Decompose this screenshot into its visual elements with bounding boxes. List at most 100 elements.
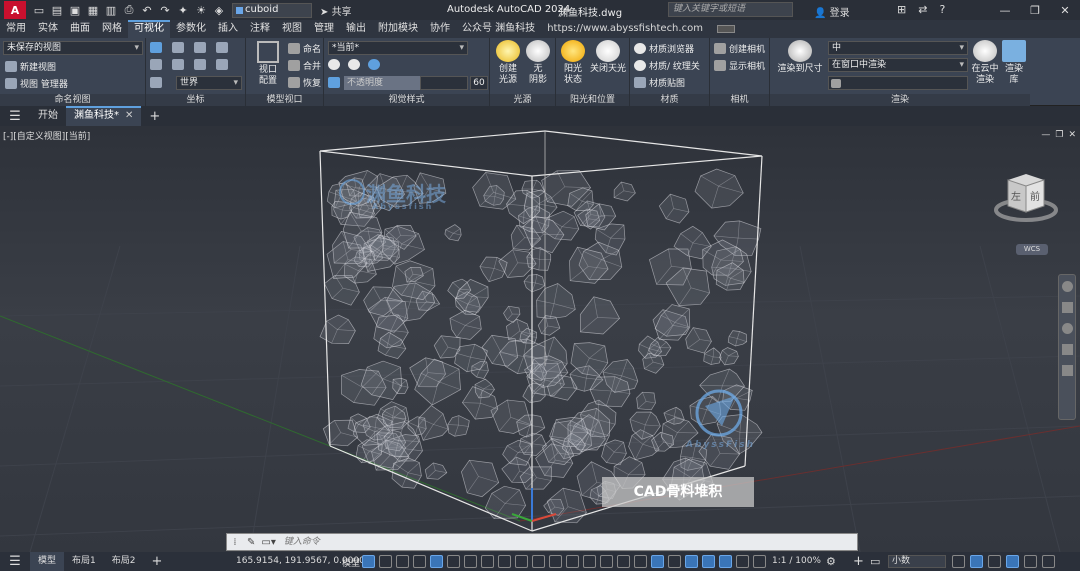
render-target-select[interactable]: 在窗口中渲染 xyxy=(828,58,968,72)
open-folder-icon[interactable]: ▤ xyxy=(50,3,64,17)
material-texture-toggle[interactable]: 材质/ 纹理关 xyxy=(634,59,700,72)
ribbon-tab-1[interactable]: 实体 xyxy=(32,20,64,38)
ribbon-tab-4[interactable]: 可视化 xyxy=(128,20,170,38)
face-style-icon[interactable] xyxy=(348,59,360,70)
exchange-icon[interactable]: ⇄ xyxy=(918,3,927,16)
workspace-select[interactable]: cuboid xyxy=(232,2,312,18)
quick-properties-icon[interactable] xyxy=(952,555,965,568)
save-as-icon[interactable]: ▦ xyxy=(86,3,100,17)
opacity-icon[interactable] xyxy=(328,77,340,88)
annotation-scale[interactable]: 1:1 / 100% xyxy=(772,556,821,566)
grid-icon[interactable] xyxy=(362,555,375,568)
viewcube-left-label[interactable]: 左 xyxy=(1011,188,1021,203)
create-camera-button[interactable]: 创建相机 xyxy=(714,42,765,55)
login-button[interactable]: 👤 登录 xyxy=(814,4,850,19)
tab-active-document[interactable]: 渊鱼科技* ✕ xyxy=(66,106,142,126)
ucs-face-icon[interactable] xyxy=(216,59,228,70)
isolate-objects-icon[interactable] xyxy=(988,555,1001,568)
ribbon-tab-13[interactable]: 公众号 渊鱼科技 xyxy=(456,20,541,38)
wcs-menu[interactable]: WCS xyxy=(1016,244,1048,255)
customize-icon[interactable]: ✎ xyxy=(247,537,255,548)
viewport-join-button[interactable]: 合并 xyxy=(288,59,321,72)
redo-icon[interactable]: ↷ xyxy=(158,3,172,17)
object-snap-icon[interactable] xyxy=(481,555,494,568)
workspace-switch-icon[interactable] xyxy=(736,555,749,568)
new-file-icon[interactable]: ▭ xyxy=(32,3,46,17)
pan-icon[interactable] xyxy=(1062,302,1073,313)
viewport-config-button[interactable]: 视口 配置 xyxy=(252,41,284,87)
show-camera-button[interactable]: 显示相机 xyxy=(714,59,765,72)
ucs-icon[interactable] xyxy=(150,42,162,53)
undo-icon[interactable]: ↶ xyxy=(140,3,154,17)
menu-icon[interactable]: ☰ xyxy=(0,109,30,124)
ucs-y-icon[interactable] xyxy=(216,42,228,53)
ribbon-tab-14[interactable]: https://www.abyssfishtech.com xyxy=(541,20,709,38)
command-grip-icon[interactable]: ⁞ xyxy=(227,537,243,548)
gizmo-move-icon[interactable] xyxy=(651,555,664,568)
ucs-named-icon[interactable] xyxy=(150,77,162,88)
selection-cycling-icon[interactable] xyxy=(549,555,562,568)
shading-icon[interactable] xyxy=(368,59,380,70)
viewport-name-button[interactable]: 命名 xyxy=(288,42,321,55)
opacity-value[interactable]: 60 xyxy=(470,76,488,90)
command-input[interactable]: 键入命令 xyxy=(279,534,857,550)
plus-icon[interactable]: + xyxy=(853,554,864,569)
viewport-minimize-icon[interactable]: — xyxy=(1041,130,1050,140)
ribbon-tab-5[interactable]: 参数化 xyxy=(170,20,212,38)
zoom-icon[interactable] xyxy=(1062,323,1073,334)
layout-tab-1[interactable]: 布局1 xyxy=(64,552,104,571)
object-snap-tracking-icon[interactable] xyxy=(464,555,477,568)
ucs-x-icon[interactable] xyxy=(194,42,206,53)
plot-icon[interactable]: ▥ xyxy=(104,3,118,17)
layer-icon[interactable]: ◈ xyxy=(212,3,226,17)
ribbon-tab-12[interactable]: 协作 xyxy=(424,20,456,38)
annotation-icon[interactable] xyxy=(702,555,715,568)
ucs-object-icon[interactable] xyxy=(194,59,206,70)
cloud-render-button[interactable]: 在云中 渲染 xyxy=(970,40,1000,86)
selection-filter-icon[interactable] xyxy=(634,555,647,568)
render-environment-field[interactable] xyxy=(828,76,968,90)
dynamic-ucs-icon[interactable] xyxy=(617,555,630,568)
full-screen-icon[interactable] xyxy=(1024,555,1037,568)
create-light-button[interactable]: 创建 光源 xyxy=(493,40,523,86)
ribbon-tab-6[interactable]: 插入 xyxy=(212,20,244,38)
close-tab-icon[interactable]: ✕ xyxy=(125,110,133,121)
lightbulb-icon[interactable]: ✦ xyxy=(176,3,190,17)
hardware-acceleration-icon[interactable] xyxy=(970,555,983,568)
render-quality-select[interactable]: 中 xyxy=(828,41,968,55)
edge-effects-icon[interactable] xyxy=(328,59,340,70)
material-map-button[interactable]: 材质贴图 xyxy=(634,76,685,89)
snap-icon[interactable] xyxy=(379,555,392,568)
minimize-icon[interactable]: — xyxy=(990,0,1020,20)
no-shadow-button[interactable]: 无 阴影 xyxy=(523,40,553,86)
viewport-close-icon[interactable]: ✕ xyxy=(1068,130,1076,140)
sky-off-button[interactable]: 关闭天光 xyxy=(586,40,630,75)
clean-screen-icon[interactable] xyxy=(1006,555,1019,568)
viewcube-front-label[interactable]: 前 xyxy=(1030,188,1040,203)
units-select[interactable]: 小数 xyxy=(888,555,946,568)
sun-icon[interactable]: ☀ xyxy=(194,3,208,17)
viewport-maximize-icon[interactable]: ❐ xyxy=(1055,130,1063,140)
ribbon-tab-11[interactable]: 附加模块 xyxy=(372,20,424,38)
polar-icon[interactable] xyxy=(430,555,443,568)
transparency-icon[interactable] xyxy=(532,555,545,568)
opacity-track[interactable] xyxy=(420,76,468,90)
add-layout-icon[interactable]: + xyxy=(151,554,162,569)
opacity-slider[interactable]: 不透明度 xyxy=(344,76,420,90)
auto-scale-icon[interactable] xyxy=(685,555,698,568)
isolate-icon[interactable]: ▭ xyxy=(870,555,880,568)
gizmo-icon[interactable] xyxy=(566,555,579,568)
3d-osnap-icon[interactable] xyxy=(498,555,511,568)
drawing-viewport[interactable]: [-][自定义视图][当前] — ❐ ✕ 渊鱼科技 Abyssfish Abys… xyxy=(0,126,1080,552)
annotation-scale-icon[interactable] xyxy=(668,555,681,568)
add-tab-icon[interactable]: + xyxy=(149,109,160,124)
ribbon-tab-2[interactable]: 曲面 xyxy=(64,20,96,38)
model-space-toggle[interactable]: 模型 xyxy=(342,556,360,569)
application-menu-button[interactable]: A xyxy=(4,1,26,19)
layout-tab-2[interactable]: 布局2 xyxy=(104,552,144,571)
named-view-select[interactable]: 未保存的视图 xyxy=(3,41,143,55)
orbit-icon[interactable] xyxy=(1062,344,1073,355)
sun-status-button[interactable]: 阳光 状态 xyxy=(558,40,588,86)
ribbon-tab-10[interactable]: 输出 xyxy=(340,20,372,38)
ribbon-tab-7[interactable]: 注释 xyxy=(244,20,276,38)
